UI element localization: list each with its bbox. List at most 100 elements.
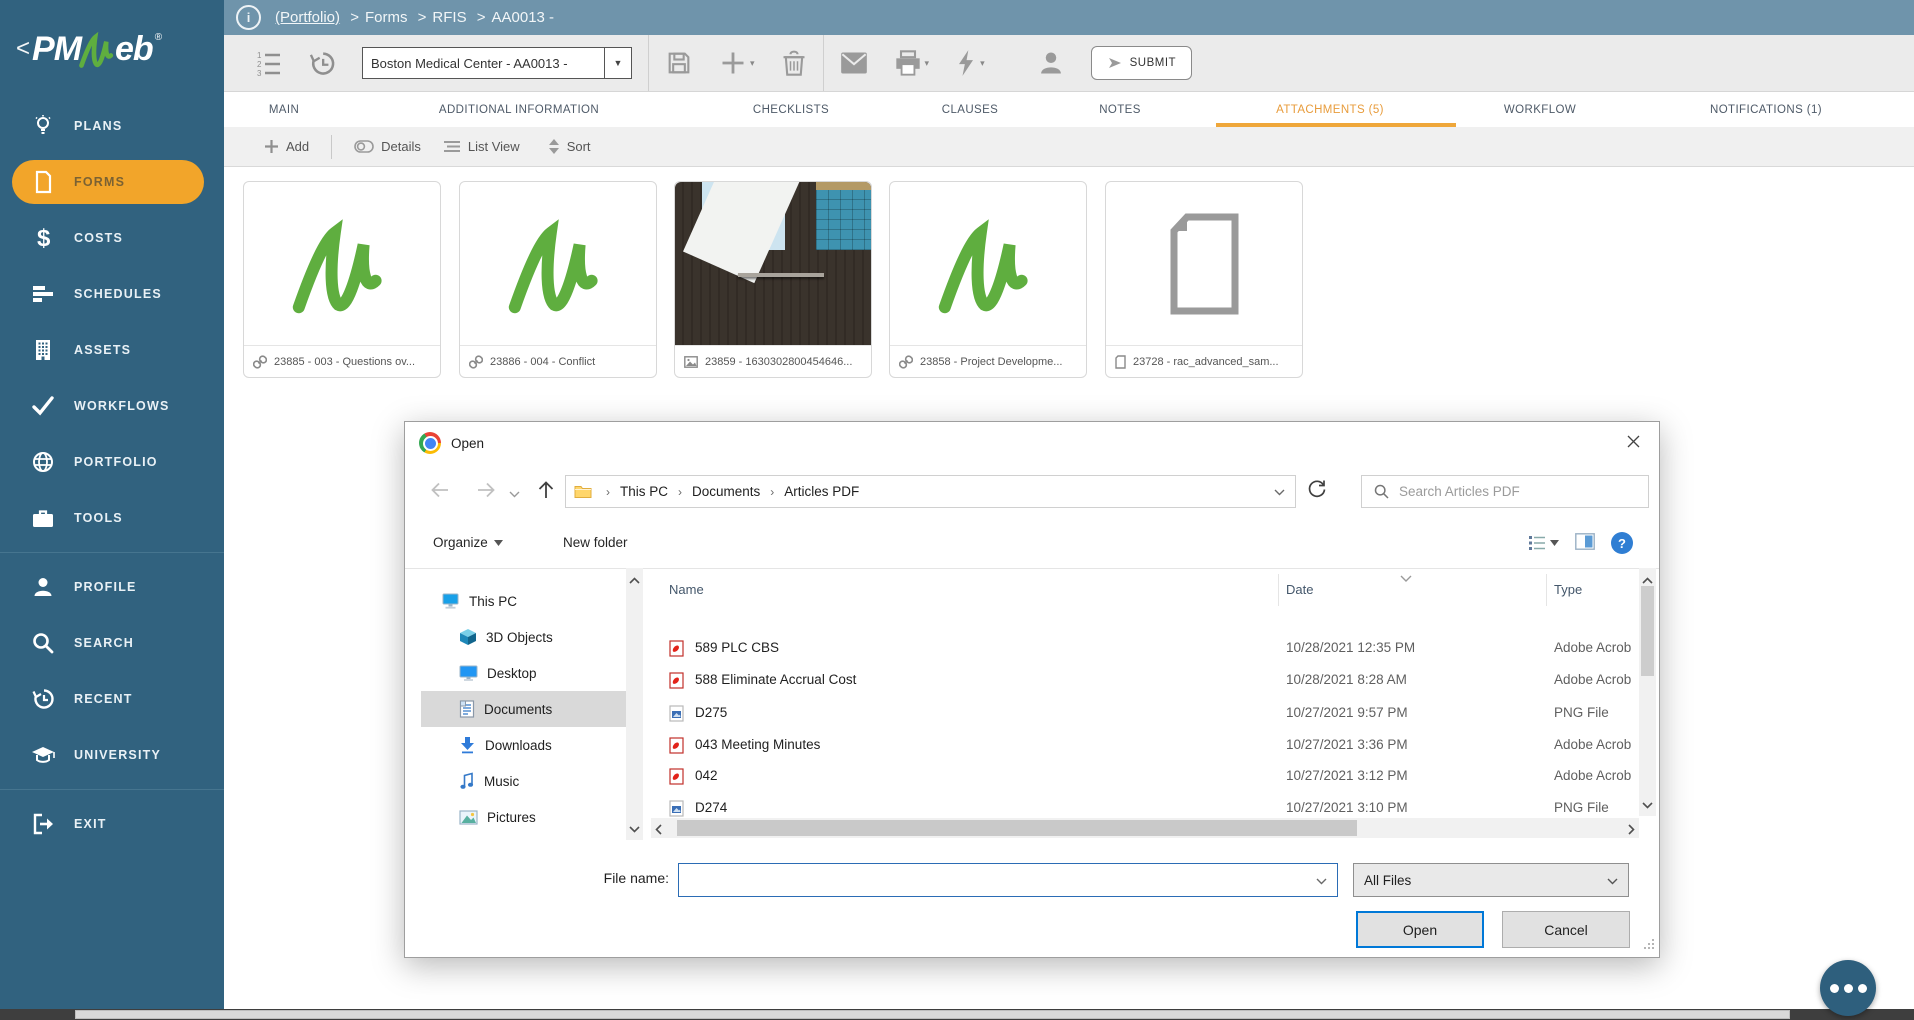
file-row[interactable]: 042 10/27/2021 3:12 PM Adobe Acrob [651, 763, 1639, 791]
pmweb-logo[interactable]: < PM eb ® [0, 0, 224, 98]
tab-main[interactable]: MAIN [269, 92, 299, 127]
print-icon[interactable]: ▾ [894, 49, 930, 77]
page-hscrollbar[interactable] [0, 1009, 1914, 1020]
organize-button[interactable]: Organize [433, 535, 503, 550]
file-row[interactable]: D275 10/27/2021 9:57 PM PNG File [651, 700, 1639, 728]
path-documents[interactable]: Documents [692, 484, 760, 499]
up-arrow-icon[interactable] [535, 479, 557, 504]
tree-item-desktop[interactable]: Desktop [421, 655, 626, 691]
sidebar-item-forms[interactable]: FORMS [0, 154, 224, 210]
breadcrumb-rfis[interactable]: RFIS [432, 9, 466, 26]
tree-item-3d-objects[interactable]: 3D Objects [421, 619, 626, 655]
column-header-name[interactable]: Name [669, 582, 704, 597]
add-dropdown-caret-icon[interactable]: ▾ [750, 58, 755, 69]
search-field[interactable] [1361, 475, 1649, 508]
file-list-hscrollbar[interactable] [651, 818, 1639, 838]
sort-direction-caret-icon[interactable] [1400, 570, 1412, 585]
resize-grip[interactable] [1643, 938, 1655, 953]
cancel-button[interactable]: Cancel [1502, 911, 1630, 948]
sidebar-item-schedules[interactable]: SCHEDULES [0, 266, 224, 322]
scroll-left-icon[interactable] [655, 823, 662, 838]
search-input[interactable] [1397, 483, 1648, 500]
forward-arrow-icon[interactable] [475, 479, 497, 504]
add-attachment-button[interactable]: Add [264, 139, 309, 154]
sidebar-item-search[interactable]: SEARCH [0, 615, 224, 671]
numbered-list-icon[interactable]: 123 [254, 49, 282, 77]
user-icon[interactable] [1037, 49, 1065, 77]
file-row[interactable]: 589 PLC CBS 10/28/2021 12:35 PM Adobe Ac… [651, 635, 1639, 663]
more-options-fab[interactable] [1820, 960, 1876, 1016]
new-folder-button[interactable]: New folder [563, 535, 628, 550]
dialog-titlebar[interactable]: Open [405, 422, 1659, 464]
attachment-card[interactable]: 23858 - Project Developme... [889, 181, 1087, 378]
open-button[interactable]: Open [1356, 911, 1484, 948]
attachment-card[interactable]: 23859 - 1630302800454646... [674, 181, 872, 378]
history-undo-icon[interactable] [308, 49, 336, 77]
help-icon[interactable]: ? [1611, 532, 1633, 554]
info-icon[interactable]: i [236, 5, 261, 30]
column-divider[interactable] [1278, 574, 1279, 606]
sidebar-item-tools[interactable]: TOOLS [0, 490, 224, 546]
print-dropdown-caret-icon[interactable]: ▾ [925, 58, 930, 69]
tree-item-pictures[interactable]: Pictures [421, 799, 626, 835]
scroll-down-icon[interactable] [629, 821, 640, 836]
sidebar-item-university[interactable]: UNIVERSITY [0, 727, 224, 783]
delete-trash-icon[interactable] [781, 49, 807, 77]
tab-attachments[interactable]: ATTACHMENTS (5) [1276, 92, 1384, 127]
address-breadcrumb[interactable]: › This PC › Documents › Articles PDF [565, 475, 1296, 508]
sidebar-item-costs[interactable]: $ COSTS [0, 210, 224, 266]
file-row[interactable]: 043 Meeting Minutes 10/27/2021 3:36 PM A… [651, 732, 1639, 760]
record-selector-dropdown-icon[interactable]: ▼ [604, 48, 631, 78]
sidebar-item-portfolio[interactable]: PORTFOLIO [0, 434, 224, 490]
path-articles-pdf[interactable]: Articles PDF [784, 484, 859, 499]
submit-button[interactable]: SUBMIT [1091, 46, 1192, 80]
sidebar-item-assets[interactable]: ASSETS [0, 322, 224, 378]
file-name-combobox[interactable] [678, 863, 1338, 897]
tree-item-documents[interactable]: Documents [421, 691, 626, 727]
tab-clauses[interactable]: CLAUSES [942, 92, 999, 127]
scroll-down-icon[interactable] [1642, 797, 1653, 812]
path-this-pc[interactable]: This PC [620, 484, 668, 499]
tab-notes[interactable]: NOTES [1099, 92, 1141, 127]
details-toggle-button[interactable]: Details [354, 139, 421, 154]
tab-notifications[interactable]: NOTIFICATIONS (1) [1710, 92, 1822, 127]
column-header-date[interactable]: Date [1286, 582, 1313, 597]
nav-history-caret-icon[interactable] [509, 486, 520, 501]
attachment-card[interactable]: 23728 - rac_advanced_sam... [1105, 181, 1303, 378]
column-divider[interactable] [1546, 574, 1547, 606]
add-record-icon[interactable]: ▾ [719, 49, 755, 77]
tab-checklists[interactable]: CHECKLISTS [753, 92, 829, 127]
tab-workflow[interactable]: WORKFLOW [1504, 92, 1576, 127]
sidebar-item-workflows[interactable]: WORKFLOWS [0, 378, 224, 434]
sidebar-item-exit[interactable]: EXIT [0, 796, 224, 852]
file-row[interactable]: 588 Eliminate Accrual Cost 10/28/2021 8:… [651, 667, 1639, 695]
email-icon[interactable] [840, 51, 868, 75]
sidebar-item-profile[interactable]: PROFILE [0, 559, 224, 615]
attachment-card[interactable]: 23886 - 004 - Conflict [459, 181, 657, 378]
save-icon[interactable] [665, 49, 693, 77]
scroll-up-icon[interactable] [1642, 572, 1653, 587]
file-type-select[interactable]: All Files [1353, 863, 1629, 897]
scrollbar-thumb[interactable] [75, 1010, 1790, 1019]
scrollbar-thumb[interactable] [1641, 586, 1654, 676]
tree-item-this-pc[interactable]: This PC [421, 583, 626, 619]
view-mode-icon[interactable] [1528, 535, 1559, 551]
lightning-icon[interactable]: ▾ [955, 49, 985, 77]
view-mode-caret-icon[interactable] [1550, 540, 1559, 546]
file-name-input[interactable] [679, 872, 1316, 889]
attachment-card[interactable]: 23885 - 003 - Questions ov... [243, 181, 441, 378]
breadcrumb-portfolio-link[interactable]: (Portfolio) [275, 9, 340, 26]
file-name-caret-icon[interactable] [1316, 873, 1327, 888]
sidebar-item-recent[interactable]: RECENT [0, 671, 224, 727]
close-icon[interactable] [1626, 434, 1641, 452]
sort-button[interactable]: Sort [548, 139, 591, 154]
tree-scrollbar[interactable] [626, 568, 643, 840]
back-arrow-icon[interactable] [429, 479, 451, 504]
lightning-dropdown-caret-icon[interactable]: ▾ [980, 58, 985, 69]
tab-additional-information[interactable]: ADDITIONAL INFORMATION [439, 92, 599, 127]
scroll-up-icon[interactable] [629, 572, 640, 587]
record-selector[interactable]: Boston Medical Center - AA0013 - ▼ [362, 47, 632, 79]
sidebar-item-plans[interactable]: PLANS [0, 98, 224, 154]
scrollbar-thumb[interactable] [677, 820, 1357, 836]
breadcrumb-forms[interactable]: Forms [365, 9, 408, 26]
